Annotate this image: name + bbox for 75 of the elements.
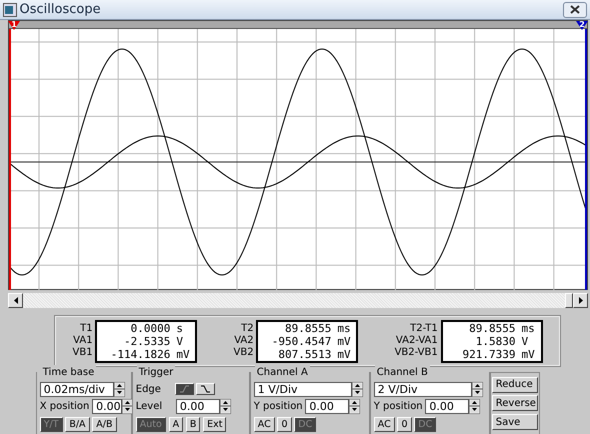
field-label: Y position <box>374 400 423 414</box>
readout-value: 807.5513 <box>277 348 332 360</box>
level-field[interactable]: 0.00 <box>176 399 220 414</box>
right-arrow-icon <box>578 297 582 304</box>
readout-unit: mV <box>337 334 352 348</box>
spin-control[interactable] <box>469 399 480 414</box>
readout-unit: ms <box>337 322 352 334</box>
readout-unit: ms <box>522 322 536 334</box>
position-field[interactable]: 0.00 <box>92 399 122 414</box>
scroll-bar[interactable] <box>8 293 588 308</box>
readout-label: VA2-VA1 <box>394 335 438 347</box>
readout-label: VB2 <box>234 347 254 359</box>
scroll-left-button[interactable] <box>8 293 23 308</box>
toggle-button[interactable]: B <box>186 417 200 432</box>
edge-icon <box>200 385 212 393</box>
readout-unit: V <box>522 334 530 348</box>
readout-value: -2.5335 <box>122 334 170 348</box>
readout-value: -950.4547 <box>270 334 332 348</box>
readout-unit: mV <box>176 348 191 360</box>
toggle-button[interactable]: B/A <box>65 417 90 432</box>
position-field[interactable]: 0.00 <box>425 399 470 414</box>
scale-field[interactable]: 2 V/Div <box>374 382 472 396</box>
readout-unit: mV <box>522 348 536 360</box>
readout-label: VA2 <box>234 335 254 347</box>
action-button[interactable]: Reverse <box>492 395 538 412</box>
edge-button[interactable] <box>196 383 216 395</box>
field-label: X position <box>40 400 90 414</box>
readout-unit: s <box>176 322 184 334</box>
readout-unit: V <box>176 334 184 348</box>
readout-label: T2 <box>240 323 254 335</box>
readout-label: VB1 <box>72 347 93 359</box>
spin-control[interactable] <box>114 382 125 396</box>
readout-value: 89.8555 <box>284 322 332 334</box>
window-title: Oscilloscope <box>20 0 102 19</box>
spin-control[interactable] <box>352 382 363 396</box>
spin-control[interactable] <box>220 399 231 414</box>
close-button[interactable] <box>563 2 588 18</box>
toggle-button[interactable]: 0 <box>277 417 292 432</box>
scale-field[interactable]: 0.02ms/div <box>40 382 114 396</box>
readout-value: -114.1826 <box>110 348 170 360</box>
toggle-button[interactable]: A/B <box>92 417 116 432</box>
toggle-button[interactable]: Ext <box>203 417 226 432</box>
readout-unit: mV <box>337 348 352 360</box>
toggle-button[interactable]: AC <box>254 417 275 432</box>
toggle-button[interactable]: AC <box>374 417 395 432</box>
field-label: Level <box>136 400 162 414</box>
readout-value: 89.8555 <box>468 322 516 334</box>
toggle-button[interactable]: A <box>168 417 184 432</box>
edge-icon <box>178 385 190 393</box>
close-icon <box>570 5 580 14</box>
cursor-marker[interactable]: 1 <box>8 21 20 30</box>
app-icon <box>2 2 17 16</box>
spin-control[interactable] <box>122 399 134 414</box>
field-label: Y position <box>254 400 303 414</box>
edge-button[interactable] <box>174 383 194 395</box>
scroll-thumb[interactable] <box>565 293 573 308</box>
action-button[interactable]: Reduce <box>492 376 538 392</box>
readout-label: VB2-VB1 <box>394 347 438 359</box>
readout-value: 921.7339 <box>462 348 516 360</box>
action-button[interactable]: Save <box>492 414 538 430</box>
readout-value: 1.5830 <box>474 334 516 348</box>
readout-label: VA1 <box>72 335 93 347</box>
scroll-right-button[interactable] <box>573 293 588 308</box>
readout-label: T1 <box>79 323 93 335</box>
readout-label: T2-T1 <box>409 323 438 335</box>
spin-control[interactable] <box>349 399 360 414</box>
group-title: Trigger <box>136 364 176 380</box>
field-label: Edge <box>136 382 161 396</box>
scale-field[interactable]: 1 V/Div <box>254 382 352 396</box>
cursor-marker[interactable]: 2 <box>576 21 588 30</box>
readout-value: 0.0000 <box>130 322 170 334</box>
left-arrow-icon <box>14 297 18 304</box>
spin-control[interactable] <box>472 382 483 396</box>
toggle-button[interactable]: 0 <box>397 417 412 432</box>
position-field[interactable]: 0.00 <box>305 399 350 414</box>
